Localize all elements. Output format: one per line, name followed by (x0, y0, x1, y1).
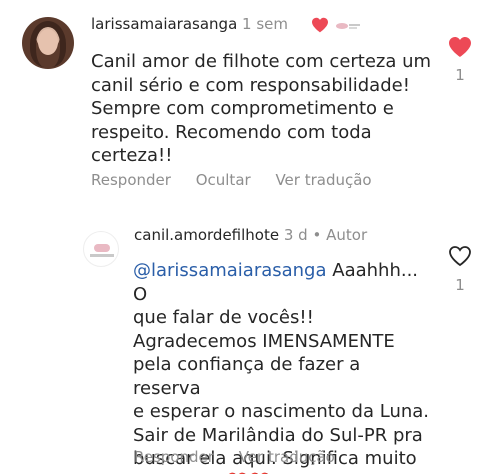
mention-link[interactable]: @larissamaiarasanga (133, 260, 327, 281)
avatar[interactable] (22, 17, 74, 69)
heart-outline-icon[interactable] (448, 245, 472, 267)
timestamp: 3 d (283, 226, 308, 244)
author-badge: Autor (326, 226, 368, 244)
reply-button[interactable]: Responder (91, 171, 171, 189)
comment: larissamaiarasanga 1 sem Canil amor de f… (0, 0, 500, 205)
heart-filled-icon (312, 17, 328, 33)
avatar[interactable] (83, 231, 119, 267)
username[interactable]: larissamaiarasanga (91, 15, 237, 33)
comment-actions: Responder Ver tradução (134, 448, 355, 466)
timestamp: 1 sem (242, 15, 289, 33)
separator-dot: • (312, 226, 322, 244)
like-count: 1 (455, 276, 465, 294)
comment-meta: canil.amordefilhote 3 d • Autor (134, 226, 367, 244)
translate-button[interactable]: Ver tradução (239, 448, 335, 466)
like-count: 1 (455, 66, 465, 84)
translate-button[interactable]: Ver tradução (275, 171, 371, 189)
comment-meta: larissamaiarasanga 1 sem (91, 15, 288, 33)
comment-actions: Responder Ocultar Ver tradução (91, 171, 392, 189)
creator-avatar-icon (336, 23, 360, 29)
reply-button[interactable]: Responder (134, 448, 214, 466)
username[interactable]: canil.amordefilhote (134, 226, 279, 244)
comment-text: Canil amor de filhote com certeza um can… (91, 51, 432, 166)
heart-filled-icon[interactable] (448, 36, 472, 58)
comment-body: Aaahhh... O que falar de vocês!! Agradec… (133, 260, 430, 474)
comment-text: @larissamaiarasanga Aaahhh... O que fala… (133, 259, 433, 474)
hide-button[interactable]: Ocultar (196, 171, 251, 189)
